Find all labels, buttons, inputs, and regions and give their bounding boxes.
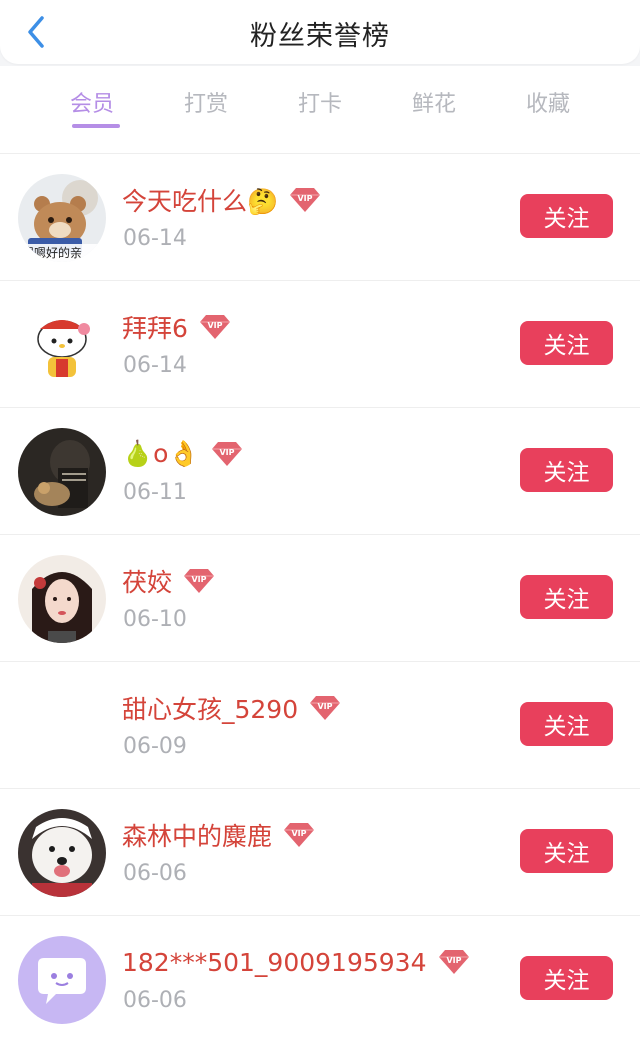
fan-name-text: 今天吃什么🤔 bbox=[122, 187, 279, 216]
list-item[interactable]: 嗯嗯好的亲 今天吃什么🤔 VIP 06-14 关注 bbox=[0, 153, 640, 280]
vip-badge-text: VIP bbox=[207, 321, 222, 330]
dog-photo-avatar[interactable] bbox=[18, 809, 106, 897]
fan-name[interactable]: 182***501_9009195934 VIP bbox=[122, 942, 473, 982]
top-bar: 粉丝荣誉榜 bbox=[0, 0, 640, 64]
fan-name[interactable]: 拜拜6 VIP bbox=[122, 307, 234, 347]
follow-button[interactable]: 关注 bbox=[520, 956, 613, 1000]
join-date: 06-10 bbox=[123, 607, 187, 632]
chat-bubble-icon bbox=[38, 958, 86, 1004]
fan-list: 嗯嗯好的亲 今天吃什么🤔 VIP 06-14 关注 拜拜6 VIP 06-14 … bbox=[0, 153, 640, 1042]
girl-photo-avatar[interactable] bbox=[18, 555, 106, 643]
bear-avatar[interactable]: 嗯嗯好的亲 bbox=[18, 174, 106, 262]
join-date: 06-14 bbox=[123, 353, 187, 378]
chat-bubble-avatar[interactable] bbox=[18, 936, 106, 1024]
fan-name[interactable]: 森林中的麋鹿 VIP bbox=[122, 815, 318, 855]
fan-name-text: 🍐o👌 bbox=[122, 439, 200, 468]
fan-name-text: 森林中的麋鹿 bbox=[122, 822, 273, 851]
vip-badge-text: VIP bbox=[219, 448, 234, 457]
fan-name-text: 甜心女孩_5290 bbox=[122, 695, 299, 724]
active-tab-indicator bbox=[72, 124, 120, 128]
dark-photo-avatar[interactable] bbox=[18, 428, 106, 516]
list-item[interactable]: 🍐o👌 VIP 06-11 关注 bbox=[0, 407, 640, 534]
avatar-caption: 嗯嗯好的亲 bbox=[22, 246, 83, 260]
page-title: 粉丝荣誉榜 bbox=[250, 21, 390, 52]
hello-kitty-avatar[interactable] bbox=[18, 301, 106, 389]
vip-diamond-icon: VIP bbox=[184, 569, 215, 593]
main-content: 会员 打赏 打卡 鲜花 收藏 嗯嗯好的亲 今天吃什么🤔 VIP 06-14 关注… bbox=[0, 66, 640, 1045]
follow-button[interactable]: 关注 bbox=[520, 702, 613, 746]
list-item[interactable]: 森林中的麋鹿 VIP 06-06 关注 bbox=[0, 788, 640, 915]
fan-name[interactable]: 🍐o👌 VIP bbox=[122, 434, 246, 474]
fan-name[interactable]: 甜心女孩_5290 VIP bbox=[122, 688, 344, 728]
vip-badge-text: VIP bbox=[298, 194, 313, 203]
vip-badge-text: VIP bbox=[318, 702, 333, 711]
join-date: 06-06 bbox=[123, 988, 187, 1013]
follow-button[interactable]: 关注 bbox=[520, 321, 613, 365]
follow-button[interactable]: 关注 bbox=[520, 448, 613, 492]
vip-badge-text: VIP bbox=[292, 829, 307, 838]
tab-label: 会员 bbox=[69, 92, 114, 117]
join-date: 06-14 bbox=[123, 226, 187, 251]
join-date: 06-11 bbox=[123, 480, 187, 505]
fan-name-text: 茯姣 bbox=[122, 568, 173, 597]
tab-checkin[interactable]: 打卡 bbox=[280, 86, 360, 118]
follow-button[interactable]: 关注 bbox=[520, 194, 613, 238]
vip-badge-text: VIP bbox=[446, 956, 461, 965]
vip-diamond-icon: VIP bbox=[438, 950, 469, 974]
fan-name[interactable]: 茯姣 VIP bbox=[122, 561, 218, 601]
follow-button[interactable]: 关注 bbox=[520, 829, 613, 873]
join-date: 06-09 bbox=[123, 734, 187, 759]
vip-diamond-icon: VIP bbox=[199, 315, 230, 339]
follow-button[interactable]: 关注 bbox=[520, 575, 613, 619]
list-item[interactable]: 甜心女孩_5290 VIP 06-09 关注 bbox=[0, 661, 640, 788]
fan-name-text: 182***501_9009195934 bbox=[122, 947, 427, 977]
vip-diamond-icon: VIP bbox=[211, 442, 242, 466]
blank-avatar[interactable] bbox=[18, 682, 106, 770]
vip-diamond-icon: VIP bbox=[310, 696, 341, 720]
tab-bar: 会员 打赏 打卡 鲜花 收藏 bbox=[0, 66, 640, 152]
list-item[interactable]: 182***501_9009195934 VIP 06-06 关注 bbox=[0, 915, 640, 1042]
fan-name[interactable]: 今天吃什么🤔 VIP bbox=[122, 180, 324, 220]
tab-flowers[interactable]: 鲜花 bbox=[394, 86, 474, 118]
tab-member[interactable]: 会员 bbox=[52, 86, 132, 128]
list-item[interactable]: 茯姣 VIP 06-10 关注 bbox=[0, 534, 640, 661]
list-item[interactable]: 拜拜6 VIP 06-14 关注 bbox=[0, 280, 640, 407]
vip-diamond-icon: VIP bbox=[284, 823, 315, 847]
vip-badge-text: VIP bbox=[192, 575, 207, 584]
tab-reward[interactable]: 打赏 bbox=[166, 86, 246, 118]
tab-favorites[interactable]: 收藏 bbox=[508, 86, 588, 118]
fan-name-text: 拜拜6 bbox=[122, 314, 188, 343]
vip-diamond-icon: VIP bbox=[290, 188, 321, 212]
join-date: 06-06 bbox=[123, 861, 187, 886]
